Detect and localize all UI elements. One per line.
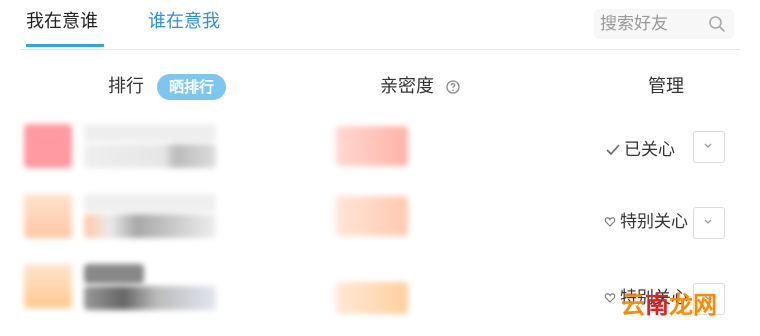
- friend-info-blurred: [84, 286, 216, 310]
- care-status[interactable]: 已关心: [606, 139, 675, 161]
- avatar: [24, 264, 72, 308]
- friend-name-blurred: [84, 264, 144, 284]
- avatar: [24, 194, 72, 238]
- avatar: [24, 124, 72, 168]
- search-input[interactable]: [600, 12, 700, 36]
- heart-outline-icon: [604, 293, 616, 303]
- share-rank-badge[interactable]: 晒排行: [157, 74, 227, 100]
- friend-name-blurred: [84, 124, 216, 142]
- column-rank: 排行: [108, 76, 144, 97]
- intimacy-bar: [336, 126, 408, 166]
- question-circle-icon[interactable]: [446, 80, 460, 94]
- search-icon[interactable]: [708, 15, 726, 33]
- intimacy-bar: [336, 196, 408, 236]
- search-box[interactable]: [594, 9, 734, 39]
- check-icon: [606, 144, 620, 156]
- intimacy-bar: [336, 282, 408, 314]
- row-dropdown-button[interactable]: [693, 131, 725, 163]
- tab-who-i-care[interactable]: 我在意谁: [26, 10, 98, 34]
- tab-who-cares-me[interactable]: 谁在意我: [148, 10, 220, 34]
- friend-info-blurred: [84, 144, 216, 168]
- friend-info-blurred: [84, 214, 216, 238]
- heart-outline-icon: [604, 217, 616, 227]
- chevron-down-icon: [704, 219, 712, 224]
- special-care-button[interactable]: 特别关心: [604, 211, 688, 233]
- column-intimacy: 亲密度: [380, 76, 434, 97]
- column-manage: 管理: [648, 76, 684, 97]
- tab-divider: [20, 49, 740, 50]
- watermark-logo: 云南龙网: [621, 291, 717, 319]
- friend-name-blurred: [84, 194, 216, 212]
- chevron-down-icon: [704, 143, 712, 148]
- row-dropdown-button[interactable]: [693, 207, 725, 239]
- active-tab-indicator: [26, 44, 104, 47]
